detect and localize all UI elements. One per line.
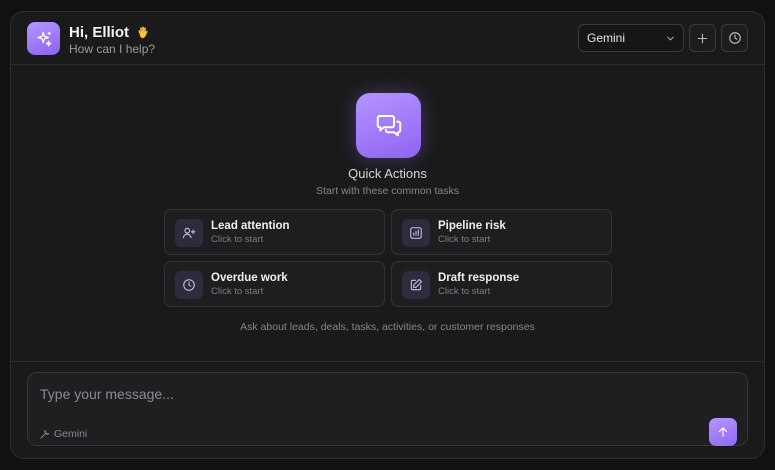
clock-icon	[728, 32, 741, 44]
user-plus-icon	[182, 227, 196, 239]
send-button[interactable]	[709, 418, 737, 446]
quick-action-icon	[175, 219, 203, 247]
quick-actions-title: Quick Actions	[348, 166, 427, 181]
composer-area: Gemini	[11, 361, 764, 458]
quick-action-subtitle: Click to start	[211, 234, 264, 245]
quick-action-subtitle: Click to start	[211, 286, 264, 297]
greeting-subtitle: How can I help?	[69, 42, 156, 56]
waving-hand-icon	[135, 25, 151, 41]
panel-header: Hi, Elliot How can I help? Gemini	[11, 12, 764, 65]
model-select-value: Gemini	[587, 31, 626, 45]
quick-action-lead-attention[interactable]: Lead attention Click to start	[164, 209, 385, 255]
chevron-down-icon	[667, 36, 674, 41]
quick-action-subtitle: Click to start	[438, 286, 491, 297]
new-chat-button[interactable]	[689, 24, 716, 52]
assistant-panel: Hi, Elliot How can I help? Gemini Quick …	[10, 11, 765, 459]
quick-actions-hero	[356, 93, 421, 158]
sparkles-icon	[36, 31, 51, 46]
model-select[interactable]: Gemini	[578, 24, 684, 52]
plus-icon	[697, 33, 708, 43]
quick-action-title: Draft response	[438, 272, 520, 284]
chat-bubbles-icon	[376, 114, 401, 136]
greeting-text: Hi, Elliot	[69, 24, 129, 41]
clock-icon	[183, 279, 195, 291]
quick-actions-hint: Ask about leads, deals, tasks, activitie…	[240, 321, 535, 333]
quick-action-draft-response[interactable]: Draft response Click to start	[391, 261, 612, 307]
quick-action-overdue-work[interactable]: Overdue work Click to start	[164, 261, 385, 307]
quick-action-icon	[402, 219, 430, 247]
edit-icon	[410, 278, 423, 291]
composer-model-tag: Gemini	[39, 428, 87, 440]
quick-action-title: Overdue work	[211, 272, 288, 284]
quick-action-icon	[175, 271, 203, 299]
quick-action-icon	[402, 271, 430, 299]
message-composer: Gemini	[27, 372, 748, 446]
quick-action-subtitle: Click to start	[438, 234, 491, 245]
history-button[interactable]	[721, 24, 748, 52]
quick-action-pipeline-risk[interactable]: Pipeline risk Click to start	[391, 209, 612, 255]
greeting-title: Hi, Elliot	[69, 24, 151, 41]
assistant-logo	[27, 22, 60, 55]
quick-action-title: Lead attention	[211, 220, 290, 232]
quick-actions-subtitle: Start with these common tasks	[316, 185, 459, 197]
chart-icon	[410, 227, 422, 239]
wrench-icon	[40, 429, 50, 439]
quick-action-title: Pipeline risk	[438, 220, 506, 232]
composer-model-label: Gemini	[54, 428, 88, 440]
message-input[interactable]	[40, 382, 640, 406]
arrow-up-icon	[718, 427, 728, 437]
